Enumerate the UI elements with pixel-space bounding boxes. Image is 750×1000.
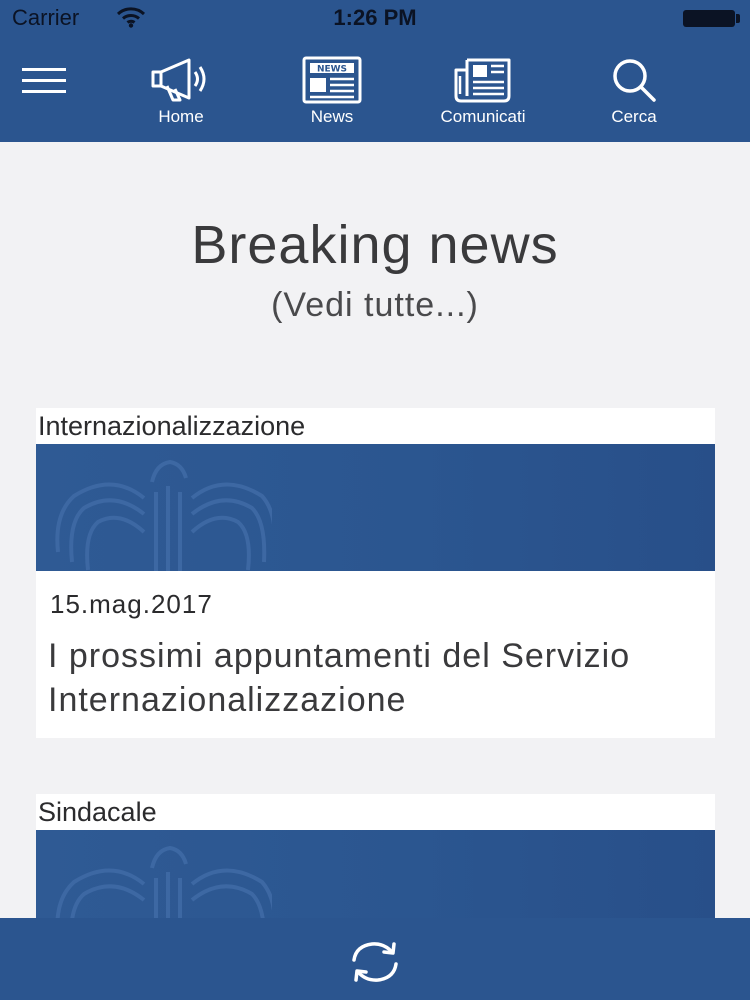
- megaphone-icon: [151, 56, 211, 104]
- content-scroll-area[interactable]: Breaking news (Vedi tutte...) Internazio…: [0, 142, 750, 918]
- bottom-bar: [0, 918, 750, 1000]
- svg-text:NEWS: NEWS: [317, 65, 347, 75]
- news-card-category: Sindacale: [38, 797, 157, 827]
- press-releases-icon: [453, 56, 513, 104]
- refresh-icon[interactable]: [346, 938, 404, 986]
- battery-tip: [736, 14, 740, 23]
- page-title: Breaking news: [191, 215, 559, 275]
- nav-label-home: Home: [158, 107, 204, 126]
- news-card-banner: [36, 444, 715, 571]
- news-card-banner: [36, 830, 715, 918]
- hamburger-menu-icon[interactable]: [20, 68, 70, 98]
- eagle-logo-icon: [52, 838, 277, 918]
- status-time: 1:26 PM: [333, 5, 417, 30]
- top-bar: Carrier 1:26 PM Home NEWS News Comunicat…: [0, 0, 750, 142]
- battery-icon: [683, 10, 735, 27]
- nav-item-comunicati[interactable]: Comunicati: [413, 50, 553, 130]
- menu-line: [22, 79, 66, 82]
- menu-line: [22, 90, 66, 93]
- eagle-logo-icon: [52, 452, 277, 571]
- menu-line: [22, 68, 66, 71]
- see-all-link[interactable]: (Vedi tutte...): [0, 286, 750, 325]
- nav-label-comunicati: Comunicati: [440, 107, 526, 126]
- nav-item-cerca[interactable]: Cerca: [564, 50, 704, 130]
- nav-item-home[interactable]: Home: [111, 50, 251, 130]
- nav-item-news[interactable]: NEWS News: [262, 50, 402, 130]
- search-icon: [604, 56, 664, 104]
- news-card[interactable]: Internazionalizzazione 15.mag.2017 I pro…: [36, 408, 715, 738]
- status-bar: Carrier 1:26 PM: [0, 0, 750, 36]
- news-card-title: I prossimi appuntamenti del Servizio Int…: [48, 637, 631, 719]
- nav-toolbar: Home NEWS News Comunicati Cerca: [0, 40, 750, 140]
- nav-label-cerca: Cerca: [611, 107, 657, 126]
- newspaper-news-icon: NEWS: [302, 56, 362, 104]
- news-card-category: Internazionalizzazione: [38, 411, 306, 441]
- news-card-date: 15.mag.2017: [50, 589, 213, 619]
- nav-label-news: News: [310, 107, 354, 126]
- news-card[interactable]: Sindacale: [36, 794, 715, 918]
